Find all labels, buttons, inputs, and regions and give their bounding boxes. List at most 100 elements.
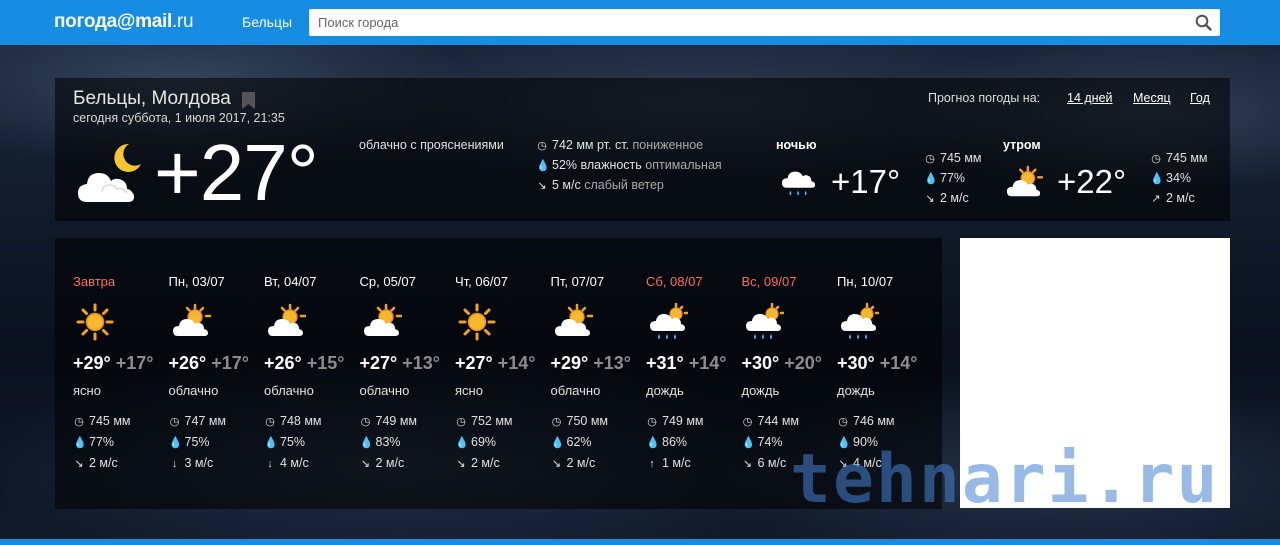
day-condition: дождь	[741, 383, 780, 398]
wind-arrow-icon: ↑	[649, 458, 655, 470]
forecast-link-year[interactable]: Год	[1190, 91, 1210, 105]
day-forecast[interactable]: Пт, 07/07 +29° +13° облачно ◷ 750 мм 💧 62% ↘ 2 м…	[551, 274, 647, 474]
day-pressure: ◷ 745 мм	[73, 411, 169, 432]
day-details: ◷ 750 мм 💧 62% ↘ 2 м/с	[551, 411, 647, 474]
drop-icon: 💧	[455, 437, 469, 449]
day-forecast[interactable]: Вт, 04/07 +26° +15° облачно ◷ 748 мм 💧 75% ↓ 4 м…	[264, 274, 360, 474]
clock-icon: ◷	[742, 416, 753, 428]
wind-arrow-icon: ↘	[742, 458, 753, 470]
day-condition: дождь	[646, 383, 684, 398]
day-pressure: ◷ 749 мм	[360, 411, 456, 432]
forecast-link-14-days[interactable]: 14 дней	[1067, 91, 1113, 105]
day-name: Чт, 06/07	[455, 274, 508, 289]
day-low: +14°	[688, 353, 727, 373]
clock-icon: ◷	[551, 416, 562, 428]
day-high: +31°	[646, 353, 684, 373]
day-temperature: +29° +13°	[551, 353, 647, 374]
day-name: Пн, 10/07	[837, 274, 894, 289]
sun-cloud-icon	[171, 303, 211, 338]
day-humidity: 💧 75%	[169, 432, 265, 453]
day-condition: облачно	[550, 383, 601, 398]
day-forecast[interactable]: Чт, 06/07 +27° +14° ясно ◷ 752 мм 💧 69% ↘ 2 м/с	[455, 274, 551, 474]
drop-icon: 💧	[741, 437, 756, 449]
day-low: +13°	[593, 353, 631, 373]
morning-humidity: 💧 34%	[1150, 171, 1192, 185]
morning-wind: ↗ 2 м/с	[1151, 191, 1195, 205]
day-pressure: ◷ 744 мм	[742, 411, 838, 432]
day-name: Ср, 05/07	[359, 274, 416, 289]
current-pressure: ◷ 742 мм рт. ст. пониженное	[537, 138, 704, 152]
wind-arrow-icon: ↓	[267, 458, 273, 470]
day-pressure: ◷ 749 мм	[646, 411, 742, 432]
morning-label: утром	[1003, 138, 1041, 152]
cloud-rain-sun-icon	[648, 302, 690, 341]
sun-icon	[458, 303, 496, 341]
cloud-rain-sun-icon	[839, 302, 881, 341]
day-wind: ↓ 4 м/с	[264, 453, 360, 474]
drop-icon: 💧	[924, 173, 938, 185]
day-name: Вт, 04/07	[264, 274, 317, 289]
bookmark-icon[interactable]	[242, 92, 255, 109]
drop-icon: 💧	[550, 437, 565, 449]
day-humidity: 💧 83%	[360, 432, 456, 453]
drop-icon: 💧	[264, 437, 278, 449]
day-high: +26°	[264, 353, 302, 373]
drop-icon: 💧	[359, 437, 374, 449]
day-pressure: ◷ 746 мм	[837, 411, 933, 432]
day-wind: ↘ 2 м/с	[360, 453, 456, 474]
day-forecast[interactable]: Пн, 03/07 +26° +17° облачно ◷ 747 мм 💧 75% ↓ 3 м…	[169, 274, 265, 474]
day-forecast[interactable]: Ср, 05/07 +27° +13° облачно ◷ 749 мм 💧 83% ↘ 2 м…	[360, 274, 456, 474]
search-box	[309, 9, 1220, 36]
night-label: ночью	[776, 138, 817, 152]
day-high: +29°	[73, 353, 111, 373]
clock-icon: ◷	[838, 416, 848, 428]
wind-arrow-icon: ↘	[360, 458, 371, 470]
current-temperature: +27°	[154, 128, 319, 217]
day-wind: ↓ 3 м/с	[169, 453, 265, 474]
day-condition: облачно	[264, 383, 314, 398]
location-title: Бельцы, Молдова	[73, 88, 231, 109]
sun-icon	[76, 303, 114, 341]
drop-icon: 💧	[646, 437, 660, 449]
day-high: +30°	[741, 353, 780, 373]
search-icon[interactable]	[1195, 14, 1212, 31]
sun-cloud-icon	[266, 303, 307, 338]
clock-icon: ◷	[537, 140, 547, 152]
wind-arrow-icon: ↗	[1151, 193, 1161, 205]
day-low: +13°	[402, 353, 440, 373]
forecast-link-month[interactable]: Месяц	[1133, 91, 1171, 105]
clock-icon: ◷	[1151, 153, 1161, 165]
day-low: +17°	[115, 353, 154, 373]
day-high: +30°	[837, 353, 875, 373]
day-temperature: +30° +20°	[742, 353, 838, 374]
day-humidity: 💧 69%	[455, 432, 551, 453]
day-details: ◷ 749 мм 💧 83% ↘ 2 м/с	[360, 411, 456, 474]
day-name: Сб, 08/07	[646, 274, 703, 289]
day-forecast[interactable]: Завтра +29° +17° ясно ◷ 745 мм 💧 77% ↘ 2 м/с	[73, 274, 169, 474]
day-pressure: ◷ 748 мм	[264, 411, 360, 432]
watermark-text: tehnari.ru	[790, 440, 1220, 519]
cloud-rain-icon	[781, 171, 816, 196]
day-details: ◷ 749 мм 💧 86% ↑ 1 м/с	[646, 411, 742, 474]
current-condition: облачно с прояснениями	[359, 138, 504, 152]
day-humidity: 💧 62%	[551, 432, 647, 453]
day-humidity: 💧 75%	[264, 432, 360, 453]
current-city-link[interactable]: Бельцы	[242, 14, 292, 30]
day-low: +15°	[306, 353, 345, 373]
sun-cloud-icon	[553, 303, 593, 338]
day-details: ◷ 747 мм 💧 75% ↓ 3 м/с	[169, 411, 265, 474]
wind-arrow-icon: ↘	[551, 458, 562, 470]
site-logo[interactable]: погода@mail.ru	[54, 11, 194, 33]
wind-arrow-icon: ↓	[171, 458, 178, 470]
day-humidity: 💧 86%	[646, 432, 742, 453]
night-wind: ↘ 2 м/с	[925, 191, 969, 205]
day-forecast[interactable]: Сб, 08/07 +31° +14° дождь ◷ 749 мм 💧 86% ↑ 1 м/с	[646, 274, 742, 474]
night-temperature: +17°	[831, 163, 901, 200]
drop-icon: 💧	[1150, 173, 1164, 185]
day-temperature: +26° +15°	[264, 353, 360, 374]
search-input[interactable]	[309, 9, 1189, 36]
day-low: +14°	[879, 353, 918, 373]
day-wind: ↑ 1 м/с	[646, 453, 742, 474]
day-pressure: ◷ 752 мм	[455, 411, 551, 432]
day-details: ◷ 748 мм 💧 75% ↓ 4 м/с	[264, 411, 360, 474]
